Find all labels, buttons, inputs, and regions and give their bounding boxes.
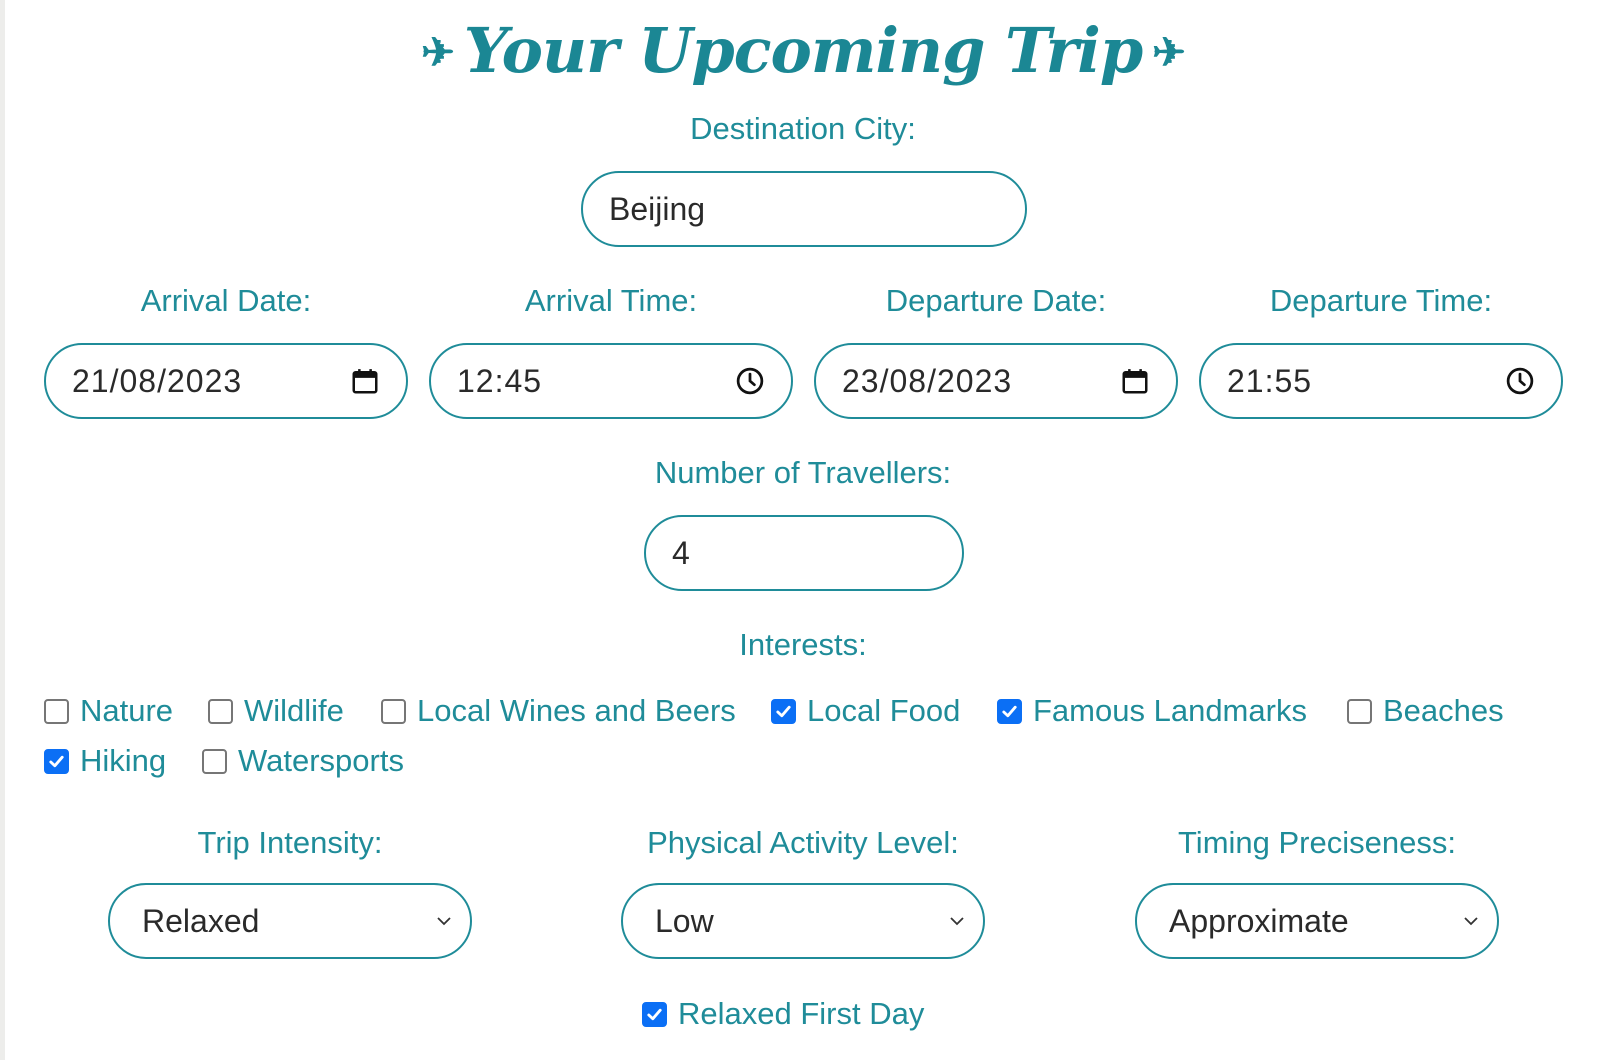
interest-local-wines-and-beers[interactable]: Local Wines and Beers: [381, 691, 736, 731]
departure-date-value: 23/08/2023: [842, 362, 1013, 399]
relaxed-first-day[interactable]: Relaxed First Day: [642, 994, 924, 1034]
checkmark-icon: [1002, 705, 1017, 717]
departure-time-value: 21:55: [1227, 362, 1313, 399]
interest-label: Wildlife: [244, 693, 344, 728]
activity-level-select[interactable]: Low: [621, 883, 985, 959]
interest-checkbox[interactable]: [771, 698, 796, 724]
airplane-icon: ✈: [421, 29, 455, 76]
checkmark-icon: [776, 705, 791, 717]
chevron-down-icon: [950, 917, 964, 926]
arrival-time-value: 12:45: [457, 362, 543, 399]
trip-intensity-value: Relaxed: [142, 902, 260, 939]
departure-time-input[interactable]: 21:55: [1199, 343, 1563, 419]
interest-label: Beaches: [1383, 693, 1504, 728]
activity-level-value: Low: [655, 902, 714, 939]
destination-city-value: Beijing: [609, 190, 706, 227]
interest-checkbox[interactable]: [1347, 698, 1372, 724]
interest-label: Local Wines and Beers: [417, 693, 736, 728]
interest-wildlife[interactable]: Wildlife: [208, 691, 344, 731]
travellers-input[interactable]: 4: [644, 515, 964, 591]
timing-label: Timing Preciseness:: [1178, 825, 1456, 860]
interests-label: Interests:: [739, 627, 867, 662]
checkmark-icon: [49, 755, 64, 767]
interest-label: Watersports: [238, 743, 404, 778]
interest-label: Nature: [80, 693, 174, 728]
departure-time-label: Departure Time:: [1269, 283, 1493, 318]
interest-hiking[interactable]: Hiking: [44, 741, 166, 781]
departure-date-input[interactable]: 23/08/2023: [814, 343, 1178, 419]
timing-select[interactable]: Approximate: [1135, 883, 1499, 959]
travellers-value: 4: [672, 534, 690, 571]
checkmark-icon: [647, 1008, 662, 1020]
interest-label: Hiking: [80, 743, 167, 778]
relaxed-first-day-label: Relaxed First Day: [678, 996, 925, 1031]
chevron-down-icon: [437, 917, 451, 926]
arrival-date-label: Arrival Date:: [140, 283, 312, 318]
interest-checkbox[interactable]: [202, 748, 227, 774]
interest-famous-landmarks[interactable]: Famous Landmarks: [997, 691, 1307, 731]
calendar-icon[interactable]: [1120, 366, 1150, 396]
arrival-date-input[interactable]: 21/08/2023: [44, 343, 408, 419]
interest-label: Local Food: [807, 693, 961, 728]
clock-icon[interactable]: [735, 366, 765, 396]
relaxed-first-day-checkbox[interactable]: [642, 1001, 667, 1027]
interest-checkbox[interactable]: [44, 698, 69, 724]
destination-label: Destination City:: [690, 111, 916, 146]
airplane-icon: ✈: [1152, 29, 1186, 76]
interest-checkbox[interactable]: [381, 698, 406, 724]
page-title: ✈ Your Upcoming Trip ✈: [0, 14, 1606, 87]
arrival-date-value: 21/08/2023: [72, 362, 243, 399]
interest-nature[interactable]: Nature: [44, 691, 173, 731]
interest-beaches[interactable]: Beaches: [1347, 691, 1504, 731]
trip-intensity-label: Trip Intensity:: [197, 825, 383, 860]
interest-checkbox[interactable]: [208, 698, 233, 724]
interest-checkbox[interactable]: [44, 748, 69, 774]
trip-intensity-select[interactable]: Relaxed: [108, 883, 472, 959]
arrival-time-label: Arrival Time:: [524, 283, 698, 318]
chevron-down-icon: [1464, 917, 1478, 926]
interest-label: Famous Landmarks: [1033, 693, 1307, 728]
activity-level-label: Physical Activity Level:: [647, 825, 959, 860]
page-left-edge: [0, 0, 5, 1060]
arrival-time-input[interactable]: 12:45: [429, 343, 793, 419]
departure-date-label: Departure Date:: [885, 283, 1107, 318]
travellers-label: Number of Travellers:: [654, 455, 952, 490]
calendar-icon[interactable]: [350, 366, 380, 396]
page-title-text: Your Upcoming Trip: [463, 14, 1143, 87]
clock-icon[interactable]: [1505, 366, 1535, 396]
timing-value: Approximate: [1169, 902, 1349, 939]
destination-city-input[interactable]: Beijing: [581, 171, 1027, 247]
interest-checkbox[interactable]: [997, 698, 1022, 724]
interest-watersports[interactable]: Watersports: [202, 741, 404, 781]
interest-local-food[interactable]: Local Food: [771, 691, 960, 731]
